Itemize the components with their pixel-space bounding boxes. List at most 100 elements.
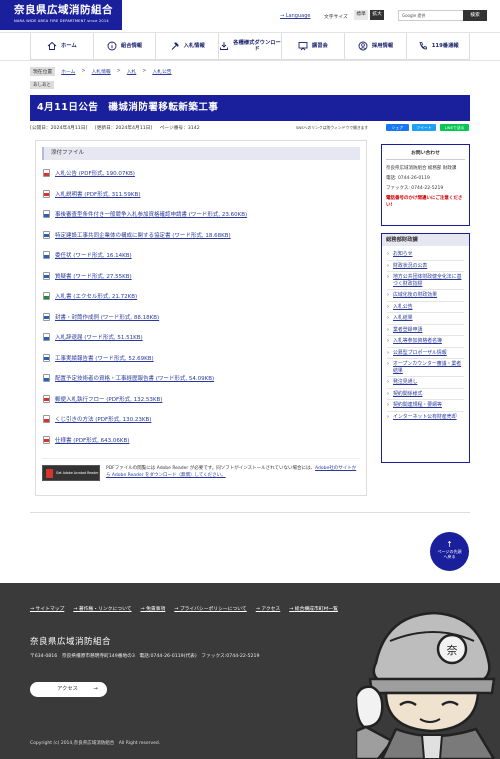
font-size-label: 文字サイズ bbox=[324, 15, 348, 20]
word-icon bbox=[43, 230, 50, 239]
footer-access-button[interactable]: アクセス → bbox=[30, 682, 107, 697]
breadcrumb-bid-notice[interactable]: 入札公告 bbox=[152, 68, 171, 75]
word-icon bbox=[43, 374, 50, 383]
tweet-button[interactable]: ツイート bbox=[412, 124, 436, 131]
adobe-reader-notice: Get Adobe Acrobat Reader PDFファイルの閲覧には Ad… bbox=[42, 458, 360, 494]
file-item: 入札説明書 (PDF形式, 311.59KB) bbox=[42, 184, 360, 205]
related-link[interactable]: 広域化後の財政効果 bbox=[393, 292, 437, 298]
language-label: Language bbox=[285, 13, 311, 19]
breadcrumb-bid-info[interactable]: 入札情報 bbox=[91, 68, 110, 75]
file-item: 郵便入札執行フロー (PDF形式, 132.53KB) bbox=[42, 389, 360, 410]
breadcrumb-bid[interactable]: 入札 bbox=[127, 68, 137, 75]
footer-link-access[interactable]: → アクセス bbox=[256, 605, 281, 612]
footer-link-disclaimer[interactable]: → 免責事項 bbox=[141, 605, 166, 612]
pdf-icon bbox=[43, 394, 50, 403]
footer-link-municipalities[interactable]: → 総合構成市町村一覧 bbox=[289, 605, 338, 612]
file-link[interactable]: 委任状 (ワード形式, 16.14KB) bbox=[55, 251, 132, 259]
logo-title: 奈良県広域消防組合 bbox=[14, 4, 113, 16]
file-link[interactable]: 入札説明書 (PDF形式, 311.59KB) bbox=[55, 190, 140, 198]
related-item: 入札公告 bbox=[387, 302, 464, 313]
search-button[interactable]: 検索 bbox=[463, 10, 487, 21]
related-link[interactable]: 入札結果 bbox=[393, 315, 413, 321]
related-link[interactable]: 地方公共団体財政健全化法に基づく財政指標 bbox=[393, 274, 461, 287]
nav-info[interactable]: 組合情報 bbox=[92, 33, 156, 59]
related-link[interactable]: 発注見通し bbox=[393, 379, 417, 385]
file-link[interactable]: 封書・封筒作成例 (ワード形式, 88.18KB) bbox=[55, 313, 159, 321]
related-item: 地方公共団体財政健全化法に基づく財政指標 bbox=[387, 272, 464, 290]
nav-label: 採用情報 bbox=[371, 43, 394, 49]
breadcrumb-current-label: 現在位置 bbox=[30, 67, 56, 76]
nav-lecture[interactable]: 講習会 bbox=[281, 33, 344, 59]
related-link[interactable]: 契約関係様式 bbox=[393, 391, 422, 397]
content-divider bbox=[30, 512, 470, 513]
file-link[interactable]: 入札書 (エクセル形式, 21.72KB) bbox=[55, 292, 137, 300]
nav-119[interactable]: 119番通報 bbox=[406, 33, 471, 59]
facebook-share-button[interactable]: シェア bbox=[386, 124, 409, 131]
site-logo[interactable]: 奈良県広域消防組合 NARA WIDE AREA FIRE DEPARTMENT… bbox=[0, 0, 122, 30]
arrow-up-icon: ↑ bbox=[446, 540, 453, 549]
font-large-button[interactable]: 拡大 bbox=[370, 10, 384, 20]
related-link[interactable]: 業者登録申請 bbox=[393, 327, 422, 333]
file-link[interactable]: 質疑書 (ワード形式, 27.55KB) bbox=[55, 272, 132, 280]
word-icon bbox=[43, 251, 50, 260]
footer-link-label: 総合構成市町村一覧 bbox=[294, 607, 338, 612]
file-link[interactable]: 特定建設工事共同企業体の構成に関する協定書 (ワード形式, 18.68KB) bbox=[55, 231, 231, 239]
info-icon bbox=[107, 41, 117, 51]
nav-label: 組合情報 bbox=[120, 43, 143, 49]
related-item: 公募型プロポーザル情報 bbox=[387, 348, 464, 359]
line-share-button[interactable]: LINEで送る bbox=[440, 124, 469, 131]
adobe-reader-badge[interactable]: Get Adobe Acrobat Reader bbox=[42, 465, 100, 481]
file-item: 工事実績報告書 (ワード形式, 52.69KB) bbox=[42, 348, 360, 369]
related-links-box: 総務部財政課 お知らせ 財政状況の公表 地方公共団体財政健全化法に基づく財政指標… bbox=[381, 233, 470, 463]
search-input[interactable]: Google 提供 bbox=[398, 10, 464, 21]
related-item: お知らせ bbox=[387, 249, 464, 261]
back-to-top-button[interactable]: ↑ ページの先頭へ戻る bbox=[430, 532, 469, 571]
related-item: 入札等参加資格者名簿 bbox=[387, 336, 464, 348]
file-link[interactable]: 仕様書 (PDF形式, 643.06KB) bbox=[55, 436, 129, 444]
acrobat-icon bbox=[46, 468, 53, 478]
pdf-icon bbox=[43, 415, 50, 424]
related-link[interactable]: 公募型プロポーザル情報 bbox=[393, 350, 447, 356]
file-link[interactable]: 郵便入札執行フロー (PDF形式, 132.53KB) bbox=[55, 395, 162, 403]
file-link[interactable]: 事後審査型条件付き一般競争入札参加資格確認申請書 (ワード形式, 23.60KB… bbox=[55, 210, 247, 218]
breadcrumb-home[interactable]: ホーム bbox=[61, 68, 75, 75]
related-link[interactable]: オープンカウンター審議・業者結果 bbox=[393, 361, 461, 374]
footer-link-label: アクセス bbox=[261, 607, 281, 612]
footprint-button[interactable]: あしあと bbox=[30, 81, 54, 89]
file-item: 入札辞退届 (ワード形式, 51.51KB) bbox=[42, 327, 360, 348]
file-item: 配置予定技術者の資格・工事経歴報告書 (ワード形式, 54.09KB) bbox=[42, 368, 360, 389]
nav-home[interactable]: ホーム bbox=[30, 33, 93, 59]
file-link[interactable]: 配置予定技術者の資格・工事経歴報告書 (ワード形式, 54.09KB) bbox=[55, 374, 214, 382]
related-link[interactable]: 入札公告 bbox=[393, 304, 413, 310]
lecture-icon bbox=[298, 41, 308, 51]
related-link[interactable]: 財政状況の公表 bbox=[393, 263, 427, 269]
file-link[interactable]: 工事実績報告書 (ワード形式, 52.69KB) bbox=[55, 354, 154, 362]
related-link[interactable]: 契約関連規程・要綱等 bbox=[393, 402, 442, 408]
page-title: 4月11日公告 磯城消防署移転新築工事 bbox=[30, 95, 470, 121]
related-link[interactable]: お知らせ bbox=[393, 251, 412, 257]
font-standard-button[interactable]: 標準 bbox=[354, 10, 368, 20]
attachments-box: 添付ファイル 入札公告 (PDF形式, 190.07KB) 入札説明書 (PDF… bbox=[35, 140, 367, 496]
related-link[interactable]: インターネット公有財産売却 bbox=[393, 414, 457, 420]
nav-bid[interactable]: 入札情報 bbox=[155, 33, 218, 59]
footer-link-privacy[interactable]: → プライバシーポリシーについて bbox=[174, 605, 246, 612]
inquiry-fax: ファックス: 0744-22-5219 bbox=[386, 186, 444, 191]
file-link[interactable]: 入札辞退届 (ワード形式, 51.51KB) bbox=[55, 333, 143, 341]
copyright: Copyright (c) 2014,奈良県広域消防組合 All Right r… bbox=[30, 741, 161, 746]
file-link[interactable]: 入札公告 (PDF形式, 190.07KB) bbox=[55, 169, 135, 177]
breadcrumb-separator: > bbox=[116, 69, 121, 74]
nav-download[interactable]: 各種様式ダウンロード bbox=[218, 33, 281, 59]
language-link[interactable]: → Language bbox=[280, 13, 310, 19]
file-link[interactable]: くじ引きの方法 (PDF形式, 130.23KB) bbox=[55, 415, 151, 423]
phone-icon bbox=[418, 41, 428, 51]
footer-link-copyright[interactable]: → 著作権・リンクについて bbox=[73, 605, 131, 612]
footer-link-sitemap[interactable]: → サイトマップ bbox=[30, 605, 64, 612]
nav-recruit[interactable]: 採用情報 bbox=[343, 33, 407, 59]
footer-link-label: 免責事項 bbox=[146, 607, 166, 612]
footer-link-label: 著作権・リンクについて bbox=[78, 607, 132, 612]
word-icon bbox=[43, 353, 50, 362]
related-link[interactable]: 入札等参加資格者名簿 bbox=[393, 338, 442, 344]
inquiry-org: 奈良県広域消防組合 総務部 財政課 bbox=[386, 166, 457, 171]
file-item: 入札書 (エクセル形式, 21.72KB) bbox=[42, 286, 360, 307]
pdf-icon bbox=[43, 189, 50, 198]
